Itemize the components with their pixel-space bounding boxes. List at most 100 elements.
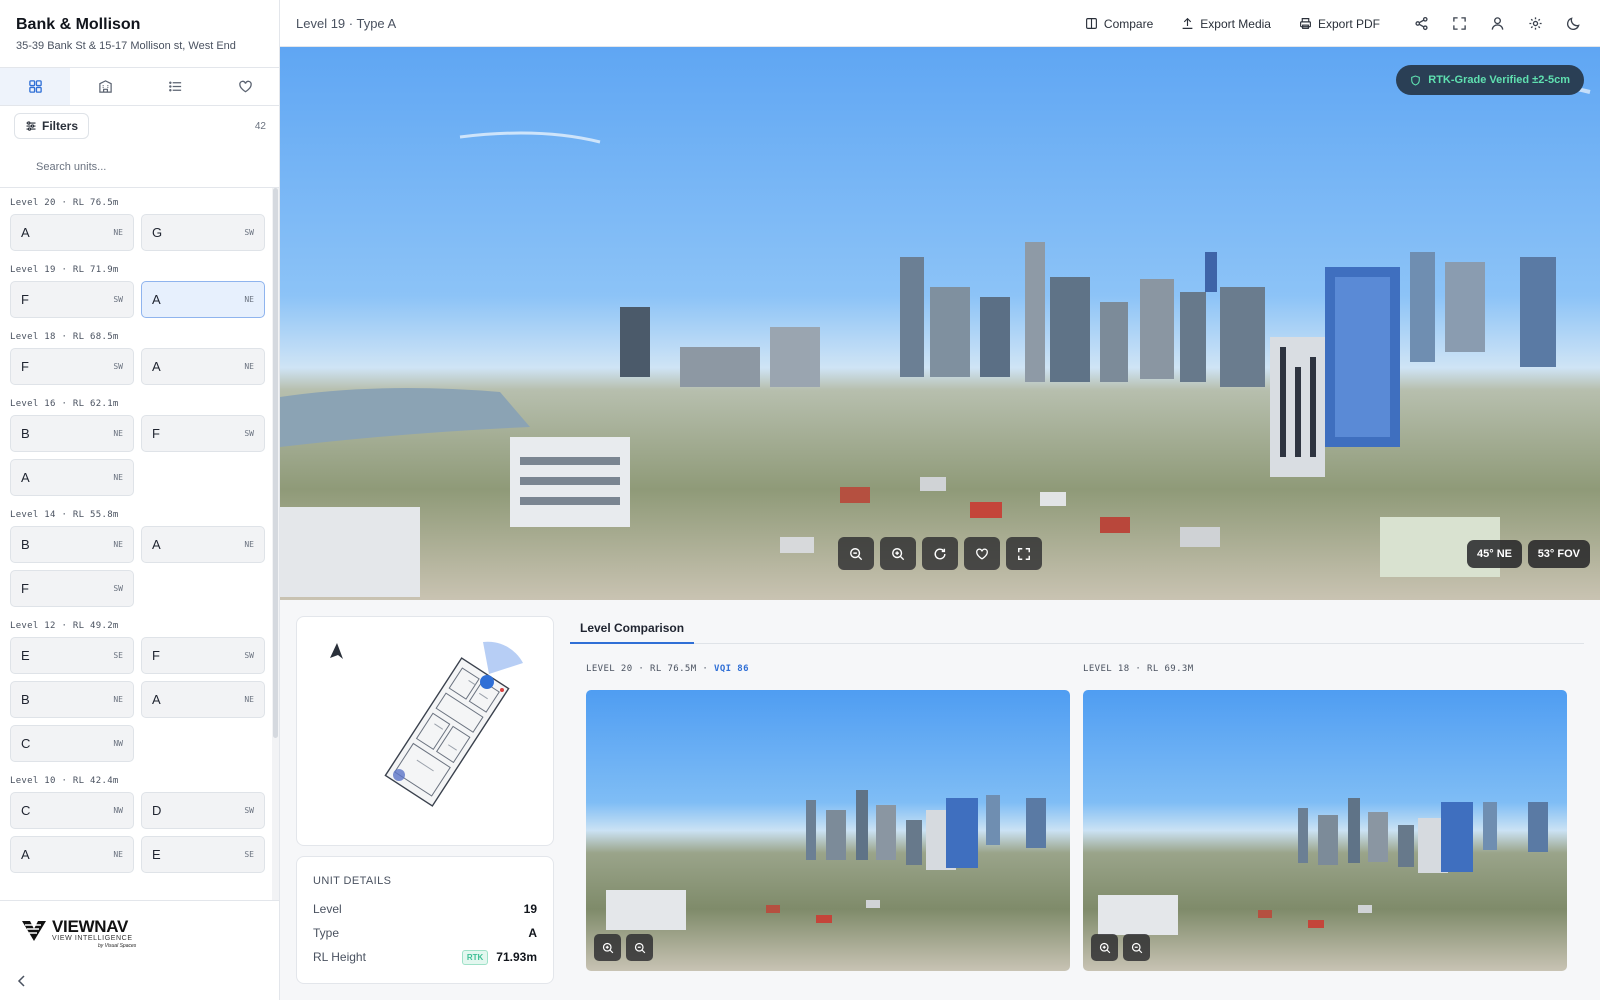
export-media-label: Export Media [1200,16,1271,31]
unit-type: A [21,225,30,240]
detail-key: Level [313,902,342,916]
account-button[interactable] [1488,15,1506,33]
search-row [0,146,280,188]
floor-plan-card[interactable] [296,616,554,846]
fullscreen-button[interactable] [1450,15,1468,33]
rotate-icon [934,547,946,559]
unit-orientation: SW [244,228,254,237]
unit-type: B [21,426,30,441]
unit-type: F [152,426,160,441]
comparison-left-zoom [594,934,653,961]
scrollbar-thumb[interactable] [273,188,278,738]
unit-card[interactable]: A NE [141,348,265,385]
rtk-badge-text: RTK-Grade Verified ±2-5cm [1428,74,1570,86]
share-button[interactable] [1412,15,1430,33]
vqi-score: VQI 86 [714,664,749,674]
zoom-in-icon [892,547,905,560]
view-cone [483,641,523,674]
fullscreen-icon [1452,17,1466,30]
city-skyline-illustration [280,81,1591,597]
export-media-button[interactable]: Export Media [1181,17,1271,31]
unit-card[interactable]: G SW [141,214,265,251]
unit-card[interactable]: D SW [141,792,265,829]
level-label: Level 19 · RL 71.9m [10,265,119,275]
tab-favourites[interactable] [210,68,280,105]
tab-level-comparison[interactable]: Level Comparison [570,616,695,644]
unit-card[interactable]: F SW [141,637,265,674]
unit-card[interactable]: A NE [10,836,134,873]
reset-view-button[interactable] [922,537,958,570]
level-label: Level 12 · RL 49.2m [10,621,119,631]
tab-building[interactable] [70,68,140,105]
moon-icon [1566,17,1580,30]
theme-toggle[interactable] [1564,15,1582,33]
unit-card[interactable]: F SW [141,415,265,452]
zoom-out-button[interactable] [838,537,874,570]
unit-type: E [152,847,161,862]
unit-card[interactable]: A NE [141,681,265,718]
filters-label: Filters [42,119,79,133]
unit-card[interactable]: A NE [10,214,134,251]
unit-card[interactable]: B NE [10,526,134,563]
search-input[interactable] [0,146,280,187]
unit-list-scrollbar[interactable] [272,188,279,900]
favourite-view-button[interactable] [964,537,1000,570]
share-icon [1414,16,1428,31]
unit-type: F [21,292,29,307]
unit-card[interactable]: A NE [10,459,134,496]
unit-card[interactable]: C NW [10,725,134,762]
unit-card[interactable]: C NW [10,792,134,829]
unit-card[interactable]: A NE [141,526,265,563]
comparison-right-image[interactable] [1083,690,1567,971]
collapse-sidebar-button[interactable] [14,973,30,989]
unit-card[interactable]: F SW [10,348,134,385]
unit-orientation: NW [113,739,123,748]
zoom-in-icon [1099,942,1110,953]
zoom-in-button[interactable] [594,934,621,961]
main-view-image[interactable]: RTK-Grade Verified ±2-5cm 45° NE 53° FOV [280,47,1600,600]
fov-chip: 53° FOV [1527,540,1590,568]
unit-type: F [152,648,160,663]
unit-orientation: SW [113,295,123,304]
zoom-in-button[interactable] [1091,934,1118,961]
zoom-out-button[interactable] [626,934,653,961]
heading-chip: 45° NE [1467,540,1522,568]
expand-view-button[interactable] [1006,537,1042,570]
unit-card[interactable]: E SE [141,836,265,873]
view-controls [838,537,1042,570]
unit-card[interactable]: A NE [141,281,265,318]
tab-list[interactable] [140,68,210,105]
unit-card[interactable]: E SE [10,637,134,674]
zoom-in-button[interactable] [880,537,916,570]
unit-orientation: NE [244,362,254,371]
detail-value: 71.93m [496,950,537,964]
zoom-out-button[interactable] [1123,934,1150,961]
tab-grid[interactable] [0,68,70,105]
settings-button[interactable] [1526,15,1544,33]
unit-type: C [21,736,31,751]
comparison-left-image[interactable] [586,690,1070,971]
zoom-out-icon [850,547,863,560]
unit-orientation: NE [113,473,123,482]
unit-grid: F SW A NE [10,281,266,318]
unit-card[interactable]: F SW [10,281,134,318]
unit-grid: C NW D SW A NE E SE [10,792,266,873]
filters-button[interactable]: Filters [14,113,90,139]
unit-orientation: NE [244,540,254,549]
columns-icon [1085,18,1097,29]
unit-type: A [152,692,161,707]
chevron-left-icon [17,975,25,987]
detail-row-level: Level 19 [313,897,537,921]
unit-type: B [21,537,30,552]
level-label: Level 14 · RL 55.8m [10,510,119,520]
unit-type: C [21,803,31,818]
unit-card[interactable]: F SW [10,570,134,607]
detail-value: 19 [523,902,537,916]
upload-icon [1182,17,1193,29]
compare-button[interactable]: Compare [1085,17,1153,31]
unit-card[interactable]: B NE [10,681,134,718]
export-pdf-button[interactable]: Export PDF [1299,17,1380,31]
unit-card[interactable]: B NE [10,415,134,452]
unit-orientation: SW [244,429,254,438]
unit-orientation: SW [113,362,123,371]
